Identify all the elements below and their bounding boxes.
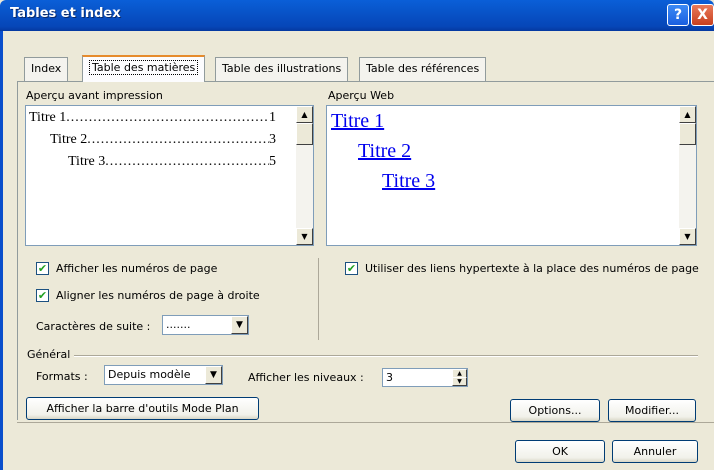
web-preview-box[interactable]: Titre 1 Titre 2 Titre 3 ▲ ▼ (326, 105, 697, 246)
print-entry-page: 5 (269, 154, 276, 169)
general-separator-highlight (74, 356, 698, 357)
print-entry-title: Titre 3 (68, 154, 106, 169)
levels-value: 3 (386, 371, 393, 384)
window-frame (0, 31, 3, 470)
ok-button[interactable]: OK (515, 440, 605, 463)
tab-label: Index (31, 62, 62, 75)
tab-table-des-matieres[interactable]: Table des matières (82, 55, 206, 82)
levels-label: Afficher les niveaux : (248, 371, 364, 384)
print-entry-page: 1 (269, 110, 276, 125)
leader-dots: ........................................… (87, 132, 269, 147)
web-preview-scrollbar[interactable]: ▲ ▼ (679, 106, 696, 245)
print-entry-page: 3 (269, 132, 276, 147)
title-bar: Tables et index ? X (0, 0, 714, 31)
print-entry-title: Titre 2 (50, 132, 88, 147)
scroll-up-icon[interactable]: ▲ (296, 106, 313, 123)
scroll-up-icon[interactable]: ▲ (679, 106, 696, 123)
use-hyperlinks-label: Utiliser des liens hypertexte à la place… (365, 262, 699, 275)
scroll-thumb[interactable] (296, 123, 313, 145)
tab-label: Table des illustrations (222, 62, 342, 75)
tab-table-des-illustrations[interactable]: Table des illustrations (215, 57, 349, 81)
tab-leader-select[interactable]: ....... ▼ (162, 315, 249, 335)
web-entry-link[interactable]: Titre 3 (382, 170, 435, 193)
formats-select[interactable]: Depuis modèle ▼ (104, 365, 223, 385)
leader-dots: ........................................… (66, 110, 269, 125)
web-entry-link[interactable]: Titre 2 (358, 140, 411, 163)
align-right-checkbox[interactable]: ✔ (36, 289, 49, 302)
web-preview-label: Aperçu Web (328, 89, 395, 102)
outline-toolbar-button[interactable]: Afficher la barre d'outils Mode Plan (26, 397, 259, 420)
footer-separator (17, 422, 714, 423)
use-hyperlinks-checkbox[interactable]: ✔ (345, 262, 358, 275)
window-title: Tables et index (10, 6, 121, 21)
scroll-down-icon[interactable]: ▼ (296, 228, 313, 245)
formats-label: Formats : (36, 370, 88, 383)
leader-dots: ........................................… (105, 154, 269, 169)
align-right-label: Aligner les numéros de page à droite (56, 289, 260, 302)
print-preview-box[interactable]: Titre 1 ................................… (25, 105, 314, 246)
web-entry-link[interactable]: Titre 1 (331, 110, 384, 133)
print-entry: Titre 1 ................................… (29, 110, 276, 126)
print-entry-title: Titre 1 (29, 110, 67, 125)
tab-table-des-references[interactable]: Table des références (359, 57, 487, 81)
print-preview-label: Aperçu avant impression (26, 89, 163, 102)
close-button[interactable]: X (691, 4, 714, 26)
levels-spinner[interactable]: 3 ▲ ▼ (382, 368, 468, 387)
print-entry: Titre 2 ................................… (50, 132, 276, 148)
general-heading: Général (27, 348, 71, 361)
show-page-numbers-checkbox[interactable]: ✔ (36, 262, 49, 275)
cancel-button[interactable]: Annuler (612, 440, 698, 463)
show-page-numbers-label: Afficher les numéros de page (56, 262, 218, 275)
tab-label: Table des références (366, 62, 480, 75)
modify-button[interactable]: Modifier... (608, 399, 696, 422)
tab-leader-value: ....... (166, 318, 191, 331)
close-icon: X (697, 7, 708, 23)
scroll-down-icon[interactable]: ▼ (679, 228, 696, 245)
chevron-down-icon[interactable]: ▼ (205, 366, 222, 384)
scroll-thumb[interactable] (679, 123, 696, 145)
help-icon: ? (673, 7, 683, 23)
chevron-down-icon[interactable]: ▼ (231, 316, 248, 334)
help-button[interactable]: ? (667, 4, 689, 26)
column-separator (318, 258, 319, 340)
tab-index[interactable]: Index (24, 57, 69, 81)
tab-leader-label: Caractères de suite : (36, 320, 151, 333)
print-entry: Titre 3 ................................… (68, 154, 276, 170)
print-preview-scrollbar[interactable]: ▲ ▼ (296, 106, 313, 245)
tab-label: Table des matières (89, 60, 199, 75)
spin-down-icon[interactable]: ▼ (452, 377, 467, 386)
formats-value: Depuis modèle (108, 368, 191, 381)
options-button[interactable]: Options... (510, 399, 600, 422)
